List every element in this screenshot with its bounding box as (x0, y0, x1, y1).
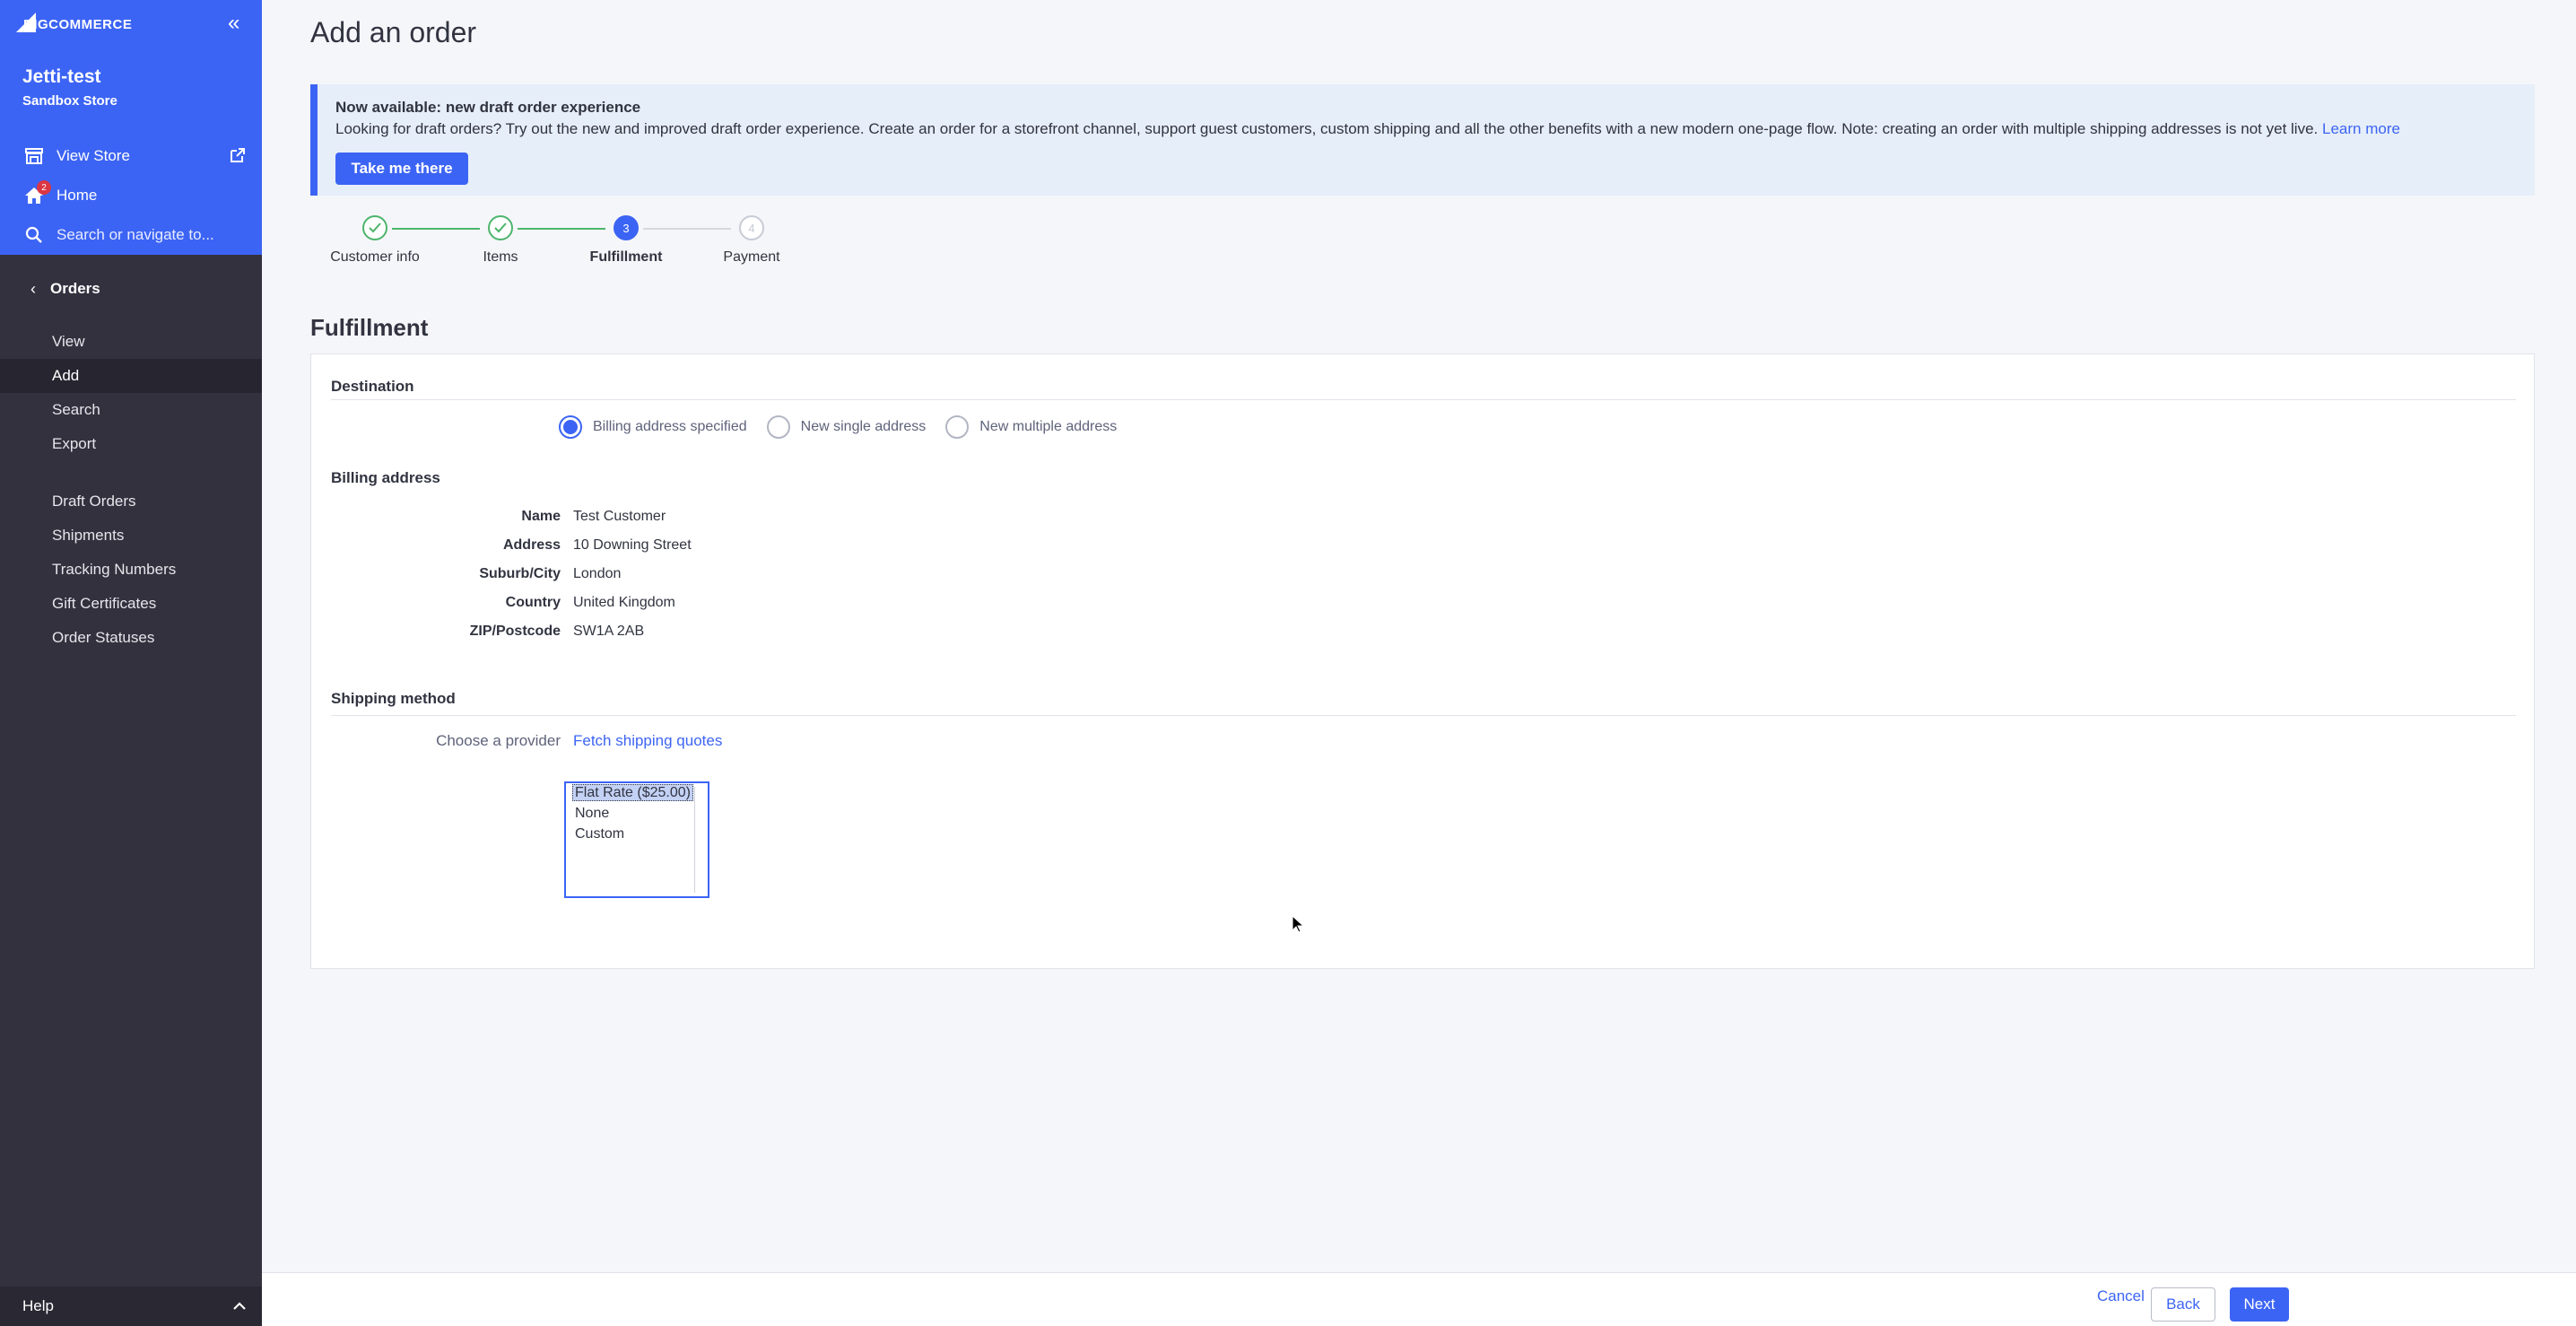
help-bar[interactable]: Help (0, 1287, 262, 1326)
sidebar-header: BIG COMMERCE « Jetti-test Sandbox Store … (0, 0, 262, 255)
radio-label[interactable]: New single address (801, 419, 927, 435)
orders-section-back[interactable]: ‹ Orders (0, 273, 262, 305)
collapse-sidebar-icon[interactable]: « (228, 13, 239, 34)
billing-field-label: ZIP/Postcode (469, 624, 561, 639)
sidebar-item-draft-orders[interactable]: Draft Orders (0, 484, 262, 519)
billing-city-row: Suburb/City London (381, 566, 621, 588)
step-number: 4 (739, 215, 764, 240)
choose-provider-label: Choose a provider (436, 732, 561, 749)
radio-new-multiple-address[interactable] (945, 415, 970, 439)
radio-label[interactable]: Billing address specified (593, 419, 747, 435)
listbox-scrollbar[interactable] (694, 787, 695, 893)
step-fulfillment: 3 Fulfillment (563, 212, 689, 266)
radio-new-single-address[interactable] (766, 415, 790, 439)
sidebar-item-export[interactable]: Export (0, 427, 262, 461)
take-me-there-button[interactable]: Take me there (335, 153, 468, 185)
footer-action-bar: Cancel Back Next (262, 1272, 2576, 1326)
view-store-link[interactable]: View Store (0, 138, 262, 174)
option-label: Flat Rate ($25.00) (572, 784, 693, 801)
billing-field-value: Test Customer (573, 509, 666, 524)
billing-name-row: Name Test Customer (381, 509, 666, 530)
search-icon (24, 225, 44, 245)
billing-country-row: Country United Kingdom (381, 595, 675, 616)
billing-field-value: London (573, 566, 622, 581)
notice-body: Looking for draft orders? Try out the ne… (335, 120, 2400, 138)
step-label: Payment (723, 249, 780, 265)
step-label: Fulfillment (589, 249, 663, 265)
step-payment: 4 Payment (689, 212, 814, 266)
sidebar-item-shipments[interactable]: Shipments (0, 519, 262, 553)
step-customer-info[interactable]: Customer info (312, 212, 438, 266)
view-store-label: View Store (57, 147, 130, 164)
home-icon: 2 (24, 180, 51, 205)
sidebar-item-gift-certificates[interactable]: Gift Certificates (0, 587, 262, 621)
sidebar-item-search[interactable]: Search (0, 393, 262, 427)
step-number: 3 (614, 215, 639, 240)
home-link[interactable]: 2 Home (0, 178, 262, 214)
sidebar: BIG COMMERCE « Jetti-test Sandbox Store … (0, 0, 262, 1326)
back-button[interactable]: Back (2151, 1287, 2215, 1322)
logo-text-commerce: COMMERCE (48, 16, 133, 32)
chevron-up-icon (233, 1297, 246, 1315)
section-title: Fulfillment (310, 314, 429, 341)
sidebar-item-order-statuses[interactable]: Order Statuses (0, 621, 262, 655)
store-type: Sandbox Store (22, 93, 117, 109)
logo-text-big: BIG (23, 16, 49, 32)
radio-billing-address[interactable] (559, 415, 582, 439)
billing-zip-row: ZIP/Postcode SW1A 2AB (381, 624, 645, 645)
learn-more-link[interactable]: Learn more (2322, 120, 2400, 137)
fulfillment-panel: Destination Billing address specified Ne… (310, 353, 2535, 969)
storefront-icon (24, 146, 44, 166)
order-stepper: Customer info Items 3 Fulfillment 4 Paym… (310, 212, 780, 275)
step-items[interactable]: Items (438, 212, 563, 266)
page-title: Add an order (310, 16, 477, 48)
destination-heading: Destination (331, 378, 414, 395)
main-content: Add an order Now available: new draft or… (262, 0, 2576, 1326)
step-label: Customer info (330, 249, 420, 265)
search-placeholder: Search or navigate to... (57, 226, 214, 243)
billing-field-label: Country (505, 595, 561, 610)
chevron-left-icon: ‹ (30, 279, 36, 298)
store-name: Jetti-test (22, 66, 101, 87)
sidebar-item-view[interactable]: View (0, 325, 262, 359)
notice-title: Now available: new draft order experienc… (335, 99, 641, 116)
sidebar-search[interactable]: Search or navigate to... (0, 217, 262, 253)
shipping-option-flat-rate[interactable]: Flat Rate ($25.00) (566, 783, 708, 804)
fetch-shipping-quotes-link[interactable]: Fetch shipping quotes (573, 732, 722, 750)
radio-label[interactable]: New multiple address (979, 419, 1117, 435)
divider (331, 715, 2516, 716)
cancel-button[interactable]: Cancel (2097, 1287, 2145, 1305)
bigcommerce-logo[interactable]: BIG COMMERCE (16, 11, 132, 38)
billing-address-row: Address 10 Downing Street (381, 537, 692, 559)
draft-order-notice: Now available: new draft order experienc… (310, 84, 2535, 196)
help-label: Help (22, 1297, 54, 1314)
billing-field-label: Suburb/City (479, 566, 561, 581)
shipping-method-heading: Shipping method (331, 690, 456, 707)
next-button[interactable]: Next (2230, 1287, 2289, 1322)
divider (331, 399, 2516, 400)
notification-badge: 2 (37, 180, 51, 195)
shipping-option-custom[interactable]: Custom (566, 824, 708, 845)
destination-options: Billing address specified New single add… (559, 414, 1136, 441)
mouse-cursor-icon (1292, 914, 1305, 938)
shipping-option-none[interactable]: None (566, 804, 708, 824)
home-label: Home (57, 187, 98, 204)
check-icon (362, 215, 387, 240)
billing-field-value: SW1A 2AB (573, 624, 645, 639)
orders-section-label: Orders (50, 280, 100, 297)
billing-field-value: 10 Downing Street (573, 537, 692, 553)
notice-text: Looking for draft orders? Try out the ne… (335, 120, 2319, 137)
sidebar-item-add[interactable]: Add (0, 359, 262, 393)
billing-address-heading: Billing address (331, 469, 440, 486)
external-link-icon[interactable] (230, 147, 246, 168)
sidebar-item-tracking-numbers[interactable]: Tracking Numbers (0, 553, 262, 587)
billing-field-label: Name (521, 509, 561, 524)
billing-field-label: Address (502, 537, 561, 553)
billing-field-value: United Kingdom (573, 595, 675, 610)
shipping-method-listbox[interactable]: Flat Rate ($25.00) None Custom (564, 781, 709, 898)
check-icon (488, 215, 513, 240)
step-label: Items (483, 249, 518, 265)
